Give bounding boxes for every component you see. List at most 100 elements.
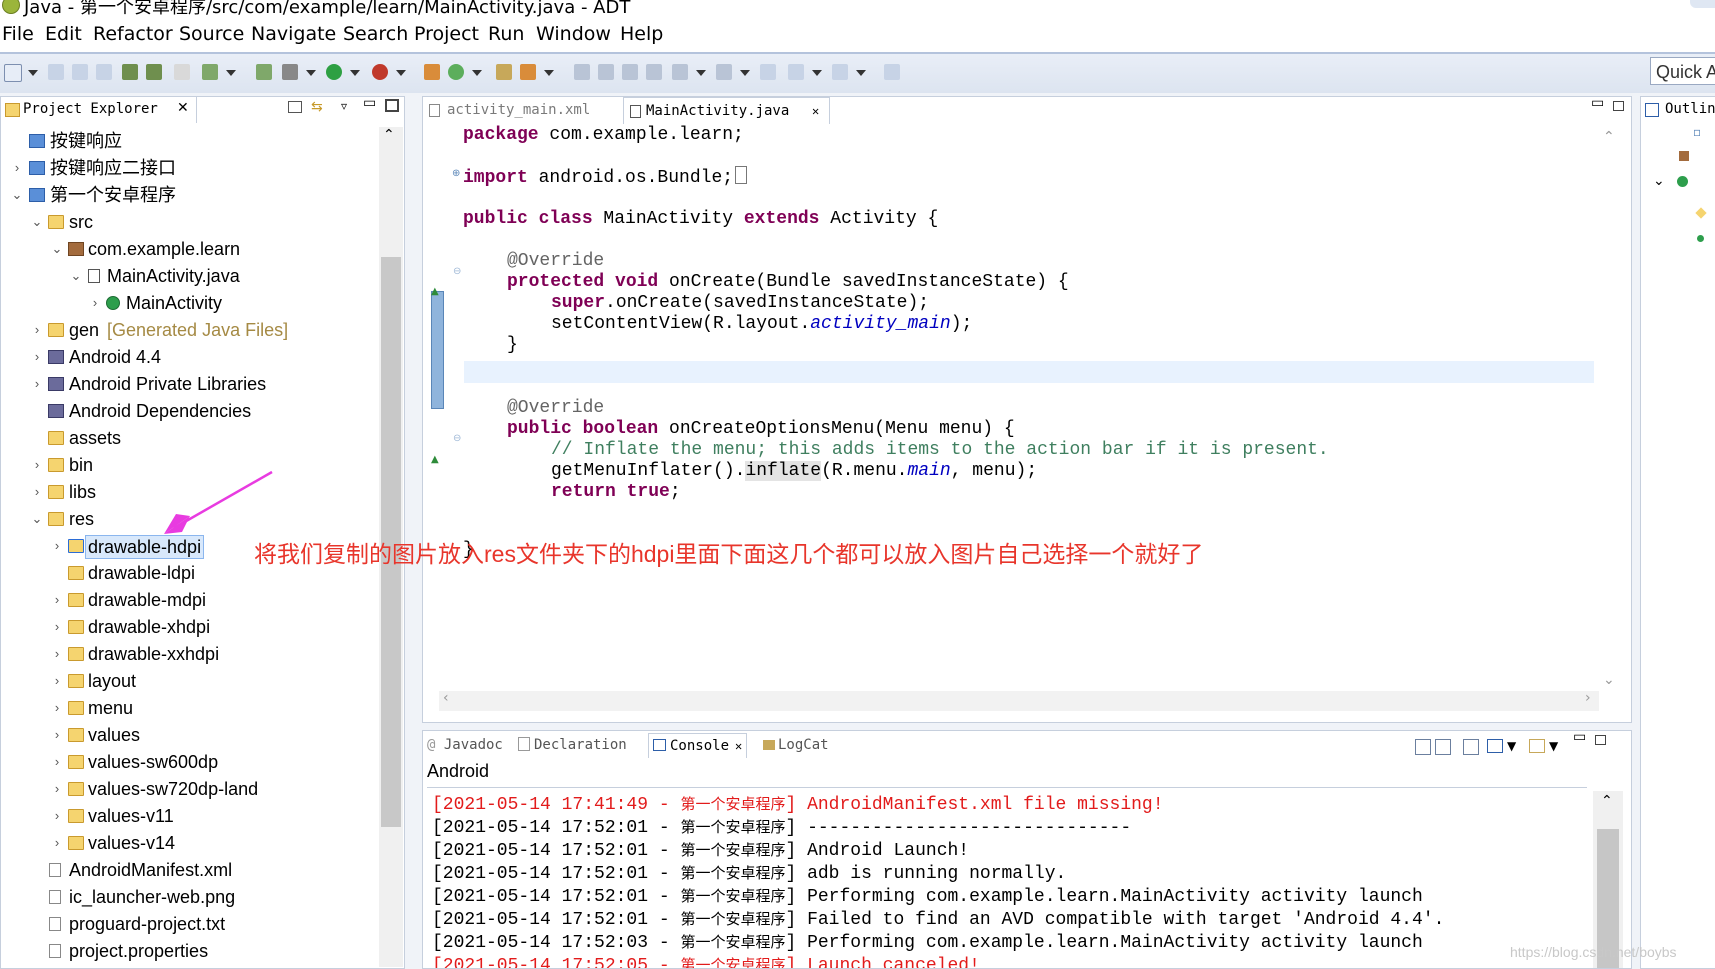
lint-icon[interactable] (174, 64, 190, 80)
menu-search[interactable]: Search (343, 23, 408, 45)
collapse-icon[interactable]: ⌄ (31, 507, 43, 531)
close-icon[interactable]: ✕ (177, 100, 189, 116)
external-tools-dropdown-icon[interactable] (396, 70, 406, 76)
block-selection-icon[interactable] (646, 64, 662, 80)
tab-activity-main-xml[interactable]: activity_main.xml (427, 97, 617, 123)
save-icon[interactable] (48, 64, 64, 80)
new-dropdown-icon[interactable] (28, 70, 38, 76)
new-icon[interactable] (4, 64, 22, 82)
new-class-dropdown-icon[interactable] (472, 70, 482, 76)
expand-icon[interactable]: › (11, 156, 23, 180)
debug-dropdown-icon[interactable] (306, 70, 316, 76)
expand-icon[interactable]: › (51, 588, 63, 612)
previous-annotation-icon[interactable] (716, 64, 732, 80)
expand-icon[interactable]: › (51, 750, 63, 774)
window-controls[interactable] (1690, 0, 1715, 8)
back-dropdown-icon[interactable] (812, 70, 822, 76)
collapse-icon[interactable]: ⌄ (51, 237, 63, 261)
menu-file[interactable]: File (2, 23, 34, 45)
last-edit-icon[interactable] (760, 64, 776, 80)
previous-annotation-dropdown-icon[interactable] (740, 70, 750, 76)
scroll-up-icon[interactable]: ⌃ (1603, 129, 1615, 145)
class-icon[interactable] (1677, 176, 1688, 187)
search-icon[interactable] (520, 64, 536, 80)
task-dropdown-icon[interactable] (226, 70, 236, 76)
debug-icon[interactable] (282, 64, 298, 80)
expand-icon[interactable]: › (51, 669, 63, 693)
package-icon[interactable] (1679, 151, 1689, 161)
scroll-right-icon[interactable]: › (1585, 690, 1591, 706)
external-tools-icon[interactable] (372, 64, 388, 80)
menu-navigate[interactable]: Navigate (251, 23, 336, 45)
outline-item-icon[interactable]: ▫ (1693, 125, 1701, 139)
run-icon[interactable] (326, 64, 342, 80)
expand-icon[interactable]: › (51, 615, 63, 639)
forward-dropdown-icon[interactable] (856, 70, 866, 76)
pin-editor-icon[interactable] (884, 64, 900, 80)
next-annotation-icon[interactable] (672, 64, 688, 80)
editor-vertical-scrollbar[interactable]: ⌃ ⌄ (1595, 127, 1625, 697)
new-java-project-icon[interactable] (424, 64, 440, 80)
forward-icon[interactable] (832, 64, 848, 80)
menu-project[interactable]: Project (414, 23, 479, 45)
tab-logcat[interactable]: LogCat (763, 733, 829, 757)
code-area[interactable]: ⊕ ⊖ ⊖ ▲ ▲ package com.example.learn; imp… (427, 123, 1597, 689)
expand-icon[interactable]: › (31, 453, 43, 477)
save-all-icon[interactable] (72, 64, 88, 80)
expand-icon[interactable]: › (51, 777, 63, 801)
display-console-icon[interactable] (1487, 739, 1503, 753)
expand-icon[interactable]: › (51, 534, 63, 558)
back-icon[interactable] (788, 64, 804, 80)
maximize-icon[interactable] (1613, 101, 1624, 111)
open-console-icon[interactable] (1529, 739, 1545, 753)
tab-console[interactable]: Console ✕ (648, 733, 748, 758)
quick-access-input[interactable]: Quick Access (1650, 57, 1715, 85)
tab-javadoc[interactable]: @ Javadoc (427, 733, 503, 757)
menu-source[interactable]: Source (179, 23, 244, 45)
project-explorer-tab[interactable]: Project Explorer ✕ (1, 97, 197, 123)
collapse-icon[interactable]: ⌄ (11, 183, 23, 207)
task-icon[interactable] (202, 64, 218, 80)
new-class-icon[interactable] (448, 64, 464, 80)
collapse-icon[interactable]: ⌄ (1653, 173, 1665, 189)
android-sdk-icon[interactable] (122, 64, 138, 80)
link-with-editor-icon[interactable]: ⇆ (311, 99, 323, 115)
collapse-icon[interactable]: ⌄ (70, 264, 82, 288)
menu-edit[interactable]: Edit (45, 23, 82, 45)
expand-icon[interactable]: › (31, 318, 43, 342)
open-console-dropdown-icon[interactable]: ▼ (1549, 739, 1558, 753)
scroll-lock-icon[interactable] (1435, 739, 1451, 755)
expand-icon[interactable]: › (89, 291, 101, 315)
expand-icon[interactable]: › (51, 804, 63, 828)
minimize-icon[interactable]: ▭ (363, 97, 376, 111)
maximize-icon[interactable] (385, 99, 399, 112)
scroll-up-icon[interactable]: ⌃ (383, 127, 395, 143)
search-dropdown-icon[interactable] (544, 70, 554, 76)
expand-icon[interactable]: › (51, 642, 63, 666)
run-dropdown-icon[interactable] (350, 70, 360, 76)
expand-icon[interactable]: › (31, 480, 43, 504)
view-menu-icon[interactable]: ▿ (341, 99, 347, 113)
toggle-breadcrumb-icon[interactable] (598, 64, 614, 80)
method-icon[interactable] (1697, 235, 1704, 242)
maximize-icon[interactable] (1595, 735, 1606, 745)
pin-console-icon[interactable] (1463, 739, 1479, 755)
menu-help[interactable]: Help (620, 23, 663, 45)
minimize-icon[interactable]: ▭ (1591, 95, 1604, 111)
expand-icon[interactable]: › (51, 723, 63, 747)
menu-run[interactable]: Run (488, 23, 524, 45)
scroll-up-icon[interactable]: ⌃ (1601, 793, 1613, 809)
collapse-icon[interactable]: ⌄ (31, 210, 43, 234)
toggle-mark-occurrences-icon[interactable] (574, 64, 590, 80)
console-output[interactable]: [2021-05-14 17:41:49 - 第一个安卓程序] AndroidM… (423, 793, 1593, 968)
show-whitespace-icon[interactable] (622, 64, 638, 80)
close-icon[interactable]: ✕ (812, 98, 819, 124)
editor-horizontal-scrollbar[interactable]: ‹ › (439, 690, 1599, 711)
tab-mainactivity-java[interactable]: MainActivity.java ✕ (623, 97, 830, 124)
expand-icon[interactable]: › (31, 345, 43, 369)
avd-manager-icon[interactable] (146, 64, 162, 80)
fold-collapse-icon[interactable]: ⊖ (453, 433, 461, 444)
print-icon[interactable] (96, 64, 112, 80)
expand-icon[interactable]: › (51, 696, 63, 720)
minimize-icon[interactable]: ▭ (1573, 731, 1586, 745)
